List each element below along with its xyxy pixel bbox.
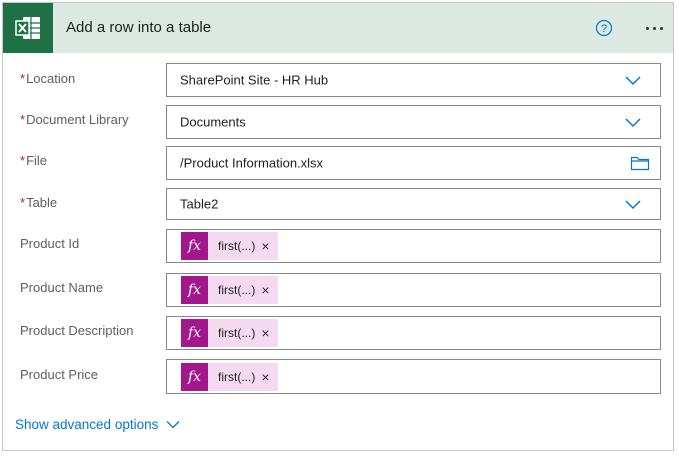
- product-id-label: Product Id: [20, 236, 80, 251]
- advanced-options-label: Show advanced options: [15, 417, 159, 432]
- action-card: Add a row into a table ? *Location Share…: [2, 2, 674, 451]
- card-header[interactable]: Add a row into a table ?: [3, 3, 673, 53]
- file-picker-field[interactable]: /Product Information.xlsx: [166, 146, 661, 180]
- folder-icon[interactable]: [630, 155, 650, 171]
- token-label: first(...): [218, 283, 256, 297]
- token-label: first(...): [218, 369, 256, 384]
- chevron-down-icon[interactable]: [624, 198, 642, 210]
- product-price-label: Product Price: [20, 367, 99, 382]
- more-options-icon[interactable]: [639, 19, 669, 37]
- chevron-down-icon[interactable]: [624, 74, 642, 86]
- fx-icon: fx: [181, 276, 208, 304]
- expression-token[interactable]: fx first(...) ×: [181, 276, 278, 304]
- table-label: *Table: [20, 195, 58, 210]
- product-price-input[interactable]: fx first(...) ×: [166, 359, 661, 394]
- svg-text:?: ?: [601, 23, 607, 35]
- chevron-down-icon: [166, 421, 180, 429]
- remove-token-icon[interactable]: ×: [259, 232, 277, 260]
- remove-token-icon[interactable]: ×: [259, 276, 277, 304]
- product-description-label: Product Description: [20, 323, 134, 338]
- product-id-input[interactable]: fx first(...) ×: [166, 229, 661, 263]
- expression-token[interactable]: fx first(...) ×: [181, 232, 278, 260]
- fx-icon: fx: [181, 232, 208, 260]
- help-icon[interactable]: ?: [595, 19, 613, 37]
- table-dropdown[interactable]: Table2: [166, 188, 661, 220]
- location-label: *Location: [20, 71, 76, 86]
- product-description-input[interactable]: fx first(...) ×: [166, 316, 661, 350]
- token-label: first(...): [218, 326, 256, 340]
- file-label: *File: [20, 153, 48, 168]
- show-advanced-options-link[interactable]: Show advanced options: [15, 417, 180, 432]
- document-library-dropdown[interactable]: Documents: [166, 105, 661, 139]
- chevron-down-icon[interactable]: [624, 116, 642, 128]
- table-value: Table2: [180, 196, 219, 212]
- excel-icon: [3, 3, 53, 53]
- expression-token[interactable]: fx first(...) ×: [181, 319, 278, 347]
- card-title: Add a row into a table: [66, 19, 212, 36]
- document-library-value: Documents: [180, 114, 246, 130]
- expression-token[interactable]: fx first(...) ×: [181, 362, 278, 391]
- remove-token-icon[interactable]: ×: [259, 363, 277, 391]
- token-label: first(...): [218, 239, 256, 253]
- remove-token-icon[interactable]: ×: [259, 319, 277, 347]
- product-name-label: Product Name: [20, 280, 104, 295]
- fx-icon: fx: [181, 319, 208, 347]
- file-value: /Product Information.xlsx: [180, 155, 324, 171]
- location-value: SharePoint Site - HR Hub: [180, 72, 329, 88]
- location-dropdown[interactable]: SharePoint Site - HR Hub: [166, 63, 661, 97]
- product-name-input[interactable]: fx first(...) ×: [166, 273, 661, 307]
- fx-icon: fx: [181, 362, 208, 391]
- document-library-label: *Document Library: [20, 112, 129, 127]
